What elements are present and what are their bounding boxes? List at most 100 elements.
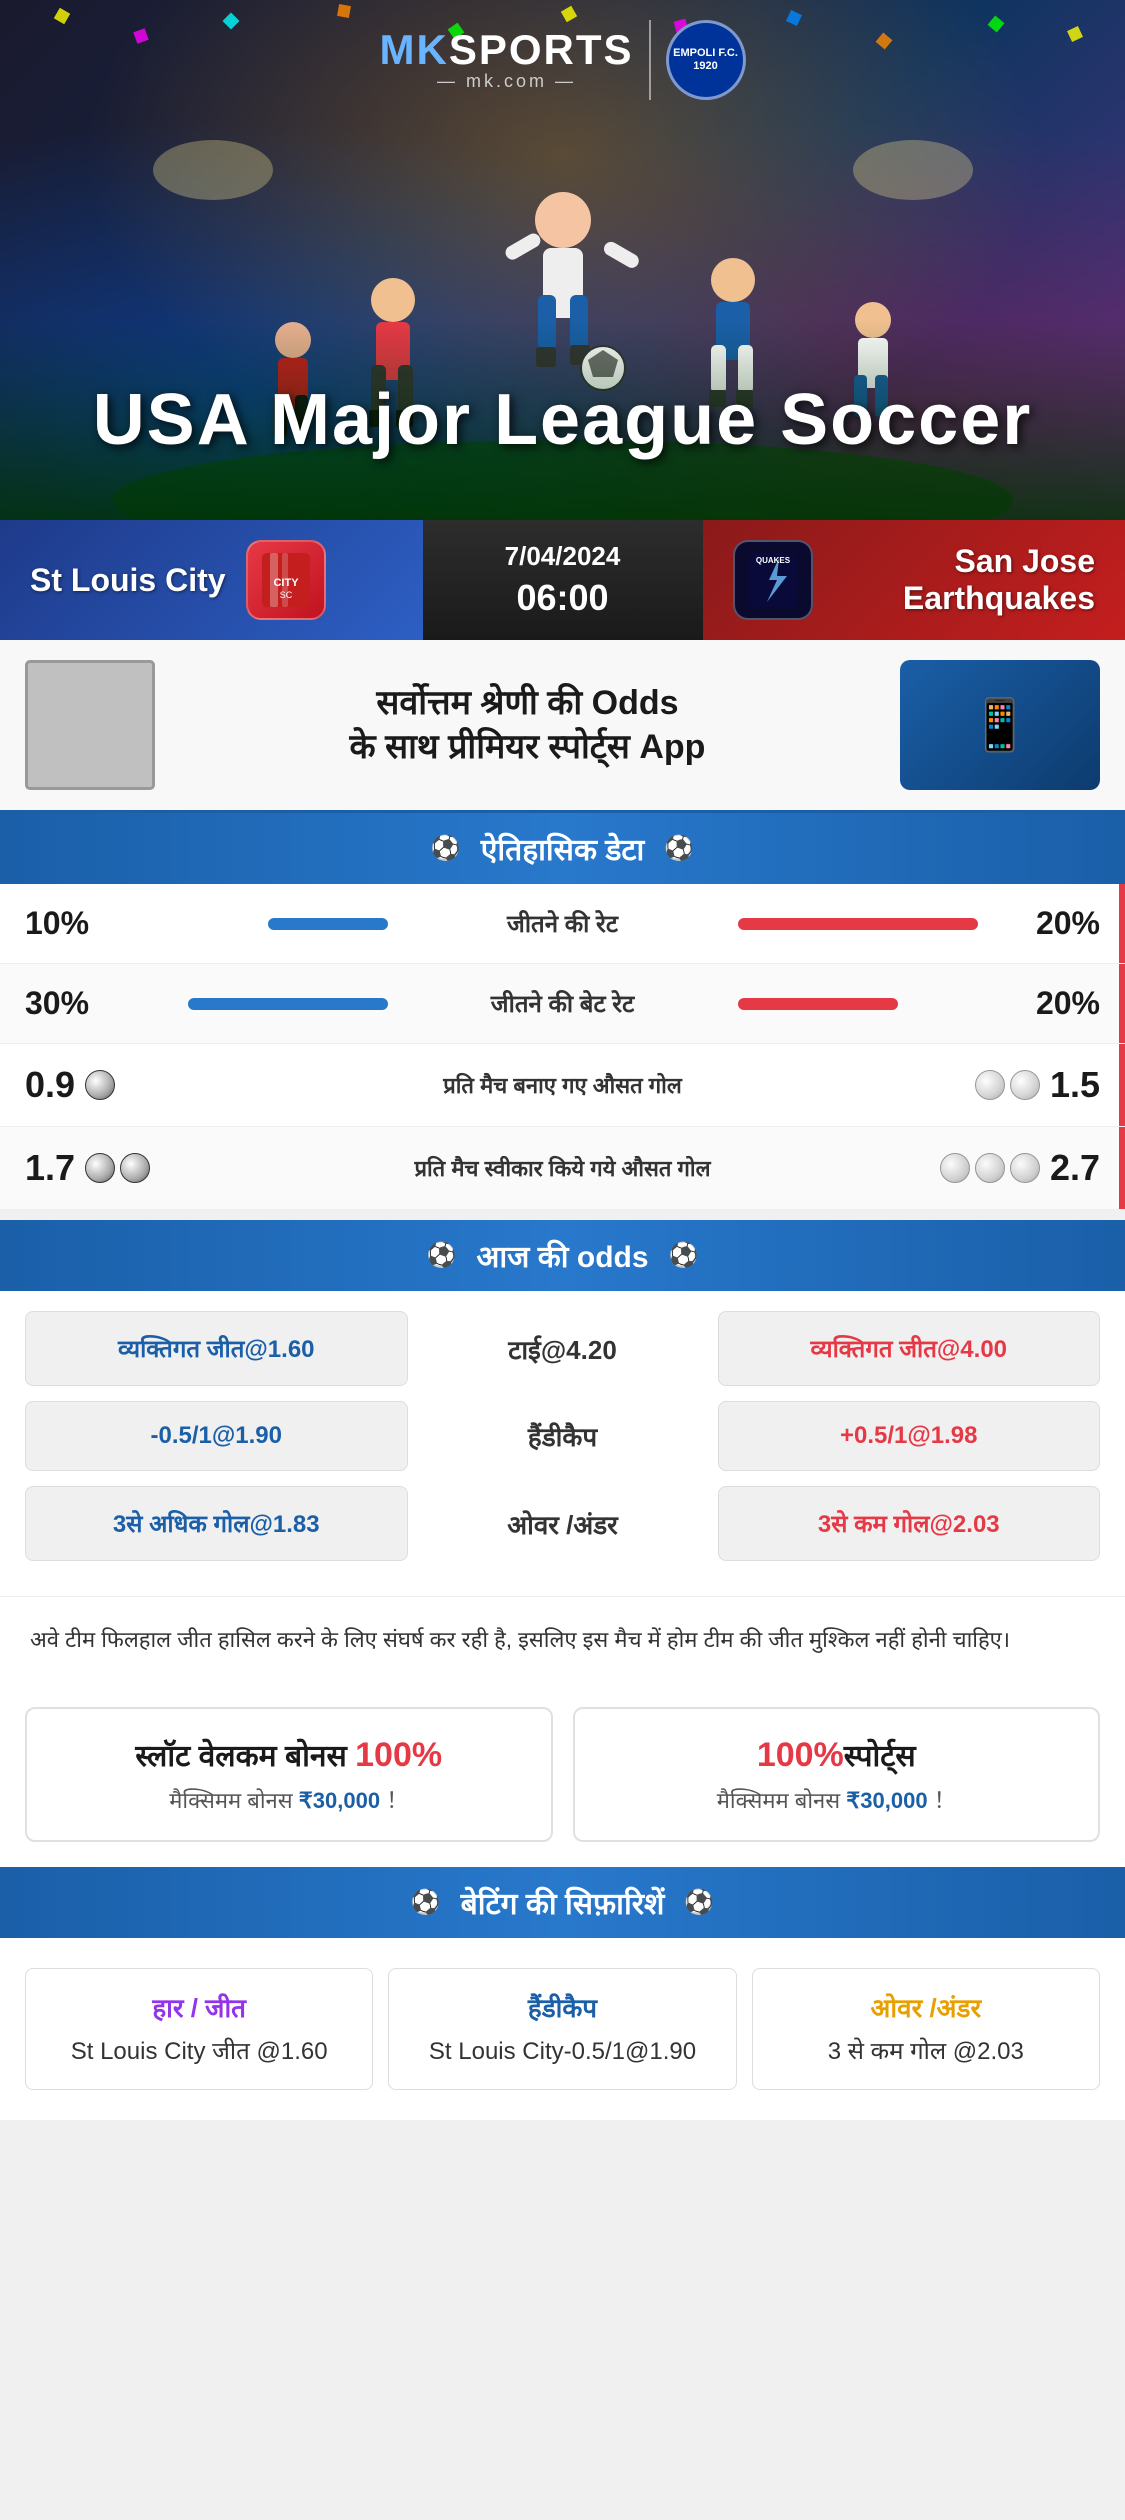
- match-date: 7/04/2024: [505, 541, 621, 572]
- bet-rate-right-value: 20%: [1000, 985, 1100, 1022]
- ball-icon-8: [1010, 1153, 1040, 1183]
- rec-handicap-value: St Louis City-0.5/1@1.90: [404, 2035, 720, 2069]
- ball-icon-4: [85, 1153, 115, 1183]
- avg-goals-right: 1.5: [900, 1064, 1100, 1106]
- match-bar: St Louis City CITY SC 7/04/2024 06:00 QU…: [0, 520, 1125, 640]
- ball-icon-1: [85, 1070, 115, 1100]
- promo-banner[interactable]: सर्वोत्तम श्रेणी की Odds के साथ प्रीमियर…: [0, 640, 1125, 813]
- ball-icon-3: [1010, 1070, 1040, 1100]
- bonus-card-sports[interactable]: 100%स्पोर्ट्स मैक्सिमम बोनस ₹30,000 ！: [573, 1707, 1101, 1842]
- win-rate-label: जीतने की रेट: [403, 907, 723, 940]
- red-stripe-3: [1119, 1044, 1125, 1126]
- info-text-section: अवे टीम फिलहाल जीत हासिल करने के लिए संघ…: [0, 1596, 1125, 1682]
- historical-header-title: ऐतिहासिक डेटा: [481, 828, 645, 869]
- odds-section-header: ⚽ आज की odds ⚽: [0, 1220, 1125, 1291]
- bonus-sports-subtitle: मैक्सिमम बोनस ₹30,000 ！: [595, 1783, 1079, 1815]
- avg-concede-right-icons: [940, 1153, 1040, 1183]
- red-stripe-2: [1119, 964, 1125, 1043]
- avg-concede-left-value: 1.7: [25, 1147, 75, 1189]
- avg-goals-row: 0.9 प्रति मैच बनाए गए औसत गोल 1.5: [0, 1044, 1125, 1127]
- soccer-ball-icon-rec-right: ⚽: [684, 1888, 714, 1917]
- match-time: 06:00: [516, 577, 608, 619]
- rec-cards-row: हार / जीत St Louis City जीत @1.60 हैंडीक…: [25, 1968, 1100, 2090]
- betting-rec-header-title: बेटिंग की सिफ़ारिशें: [461, 1882, 665, 1923]
- bonus-section: स्लॉट वेलकम बोनस 100% मैक्सिमम बोनस ₹30,…: [0, 1682, 1125, 1867]
- bonus-card-slots[interactable]: स्लॉट वेलकम बोनस 100% मैक्सिमम बोनस ₹30,…: [25, 1707, 553, 1842]
- avg-concede-right: 2.7: [900, 1147, 1100, 1189]
- promo-placeholder-image: [25, 660, 155, 790]
- rec-card-over-under: ओवर /अंडर 3 से कम गोल @2.03: [752, 1968, 1100, 2090]
- bet-rate-bar-right-container: [723, 998, 1001, 1010]
- away-team-name: San Jose Earthquakes: [833, 543, 1096, 617]
- rec-over-title: ओवर /अंडर: [768, 1989, 1084, 2025]
- home-team-name: St Louis City: [30, 562, 226, 599]
- svg-text:QUAKES: QUAKES: [755, 556, 790, 565]
- quakes-logo-svg: QUAKES: [741, 548, 805, 612]
- win-rate-right-value: 20%: [1000, 905, 1100, 942]
- rec-win-loss-value: St Louis City जीत @1.60: [41, 2035, 357, 2069]
- promo-app-phones: 📱: [900, 660, 1100, 790]
- avg-concede-right-value: 2.7: [1050, 1147, 1100, 1189]
- svg-text:CITY: CITY: [273, 577, 299, 589]
- win-rate-left-value: 10%: [25, 905, 125, 942]
- avg-goals-left-icons: [85, 1070, 115, 1100]
- avg-concede-left: 1.7: [25, 1147, 225, 1189]
- avg-goals-label: प्रति मैच बनाए गए औसत गोल: [225, 1070, 900, 1100]
- bonus-slots-subtitle: मैक्सिमम बोनस ₹30,000 ！: [47, 1783, 531, 1815]
- avg-concede-row: 1.7 प्रति मैच स्वीकार किये गये औसत गोल 2…: [0, 1127, 1125, 1210]
- bet-rate-bar-left: [188, 998, 388, 1010]
- soccer-ball-icon-odds-left: ⚽: [427, 1241, 457, 1270]
- phone-icon: 📱: [969, 696, 1031, 755]
- stl-city-logo-svg: CITY SC: [254, 548, 318, 612]
- odds-header-title: आज की odds: [476, 1235, 648, 1276]
- win-rate-bar-right-container: [723, 918, 1001, 930]
- odds-over-right-btn[interactable]: 3से कम गोल@2.03: [718, 1486, 1101, 1561]
- historical-section-header: ⚽ ऐतिहासिक डेटा ⚽: [0, 813, 1125, 884]
- win-rate-bar-left-container: [125, 918, 403, 930]
- odds-tie-label[interactable]: टाई@4.20: [423, 1331, 703, 1367]
- betting-rec-section-header: ⚽ बेटिंग की सिफ़ारिशें ⚽: [0, 1867, 1125, 1938]
- promo-line2: के साथ प्रीमियर स्पोर्ट्स App: [350, 725, 706, 769]
- avg-goals-right-icons: [975, 1070, 1040, 1100]
- bet-rate-bar-left-container: [125, 998, 403, 1010]
- home-team-badge: CITY SC: [246, 540, 326, 620]
- match-center-info: 7/04/2024 06:00: [423, 520, 703, 640]
- soccer-ball-icon-left: ⚽: [431, 834, 461, 863]
- promo-text: सर्वोत्तम श्रेणी की Odds के साथ प्रीमियर…: [175, 681, 880, 769]
- odds-handicap-right-btn[interactable]: +0.5/1@1.98: [718, 1401, 1101, 1471]
- hero-title: USA Major League Soccer: [0, 381, 1125, 460]
- hero-title-area: USA Major League Soccer: [0, 381, 1125, 460]
- rec-card-win-loss: हार / जीत St Louis City जीत @1.60: [25, 1968, 373, 2090]
- odds-section: व्यक्तिगत जीत@1.60 टाई@4.20 व्यक्तिगत जी…: [0, 1291, 1125, 1596]
- soccer-ball-icon-right: ⚽: [664, 834, 694, 863]
- rec-card-handicap: हैंडीकैप St Louis City-0.5/1@1.90: [388, 1968, 736, 2090]
- historical-section: 10% जीतने की रेट 20% 30% जीतने की बेट रे…: [0, 884, 1125, 1210]
- odds-personal-win-left-btn[interactable]: व्यक्तिगत जीत@1.60: [25, 1311, 408, 1386]
- bet-rate-label: जीतने की बेट रेट: [403, 987, 723, 1020]
- hero-banner: MKSPORTS — mk.com — EMPOLI F.C. 1920: [0, 0, 1125, 520]
- win-rate-row: 10% जीतने की रेट 20%: [0, 884, 1125, 964]
- bonus-slots-title: स्लॉट वेलकम बोनस 100%: [47, 1734, 531, 1775]
- soccer-ball-icon-odds-right: ⚽: [669, 1241, 699, 1270]
- away-team-badge: QUAKES: [733, 540, 813, 620]
- ball-icon-5: [120, 1153, 150, 1183]
- odds-handicap-left-btn[interactable]: -0.5/1@1.90: [25, 1401, 408, 1471]
- red-stripe-4: [1119, 1127, 1125, 1209]
- betting-recommendations-section: हार / जीत St Louis City जीत @1.60 हैंडीक…: [0, 1938, 1125, 2120]
- odds-over-left-btn[interactable]: 3से अधिक गोल@1.83: [25, 1486, 408, 1561]
- odds-personal-win-right-btn[interactable]: व्यक्तिगत जीत@4.00: [718, 1311, 1101, 1386]
- red-stripe: [1119, 884, 1125, 963]
- win-rate-bars: जीतने की रेट: [125, 907, 1000, 940]
- odds-personal-win-row: व्यक्तिगत जीत@1.60 टाई@4.20 व्यक्तिगत जी…: [25, 1311, 1100, 1386]
- avg-goals-left: 0.9: [25, 1064, 225, 1106]
- rec-over-value: 3 से कम गोल @2.03: [768, 2035, 1084, 2069]
- bet-rate-row: 30% जीतने की बेट रेट 20%: [0, 964, 1125, 1044]
- ball-icon-2: [975, 1070, 1005, 1100]
- bonus-sports-title: 100%स्पोर्ट्स: [595, 1734, 1079, 1775]
- away-team-section: QUAKES San Jose Earthquakes: [703, 520, 1125, 640]
- svg-text:SC: SC: [279, 590, 292, 600]
- ball-icon-7: [975, 1153, 1005, 1183]
- avg-concede-left-icons: [85, 1153, 150, 1183]
- rec-handicap-title: हैंडीकैप: [404, 1989, 720, 2025]
- avg-goals-right-value: 1.5: [1050, 1064, 1100, 1106]
